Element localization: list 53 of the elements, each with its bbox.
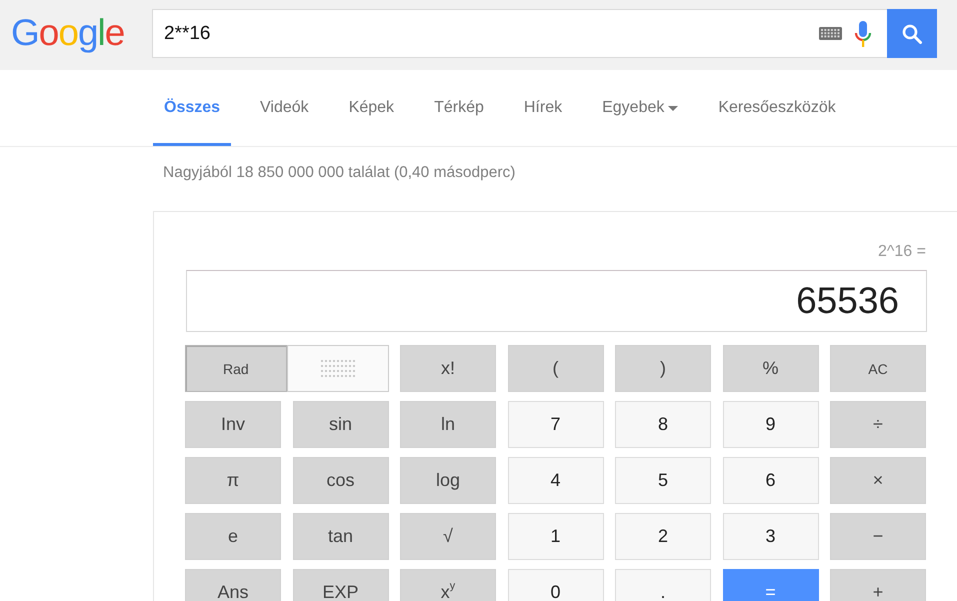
- calculator-key[interactable]: %: [722, 345, 818, 392]
- tab[interactable]: Képek: [338, 70, 406, 146]
- calculator-key[interactable]: cos: [292, 457, 388, 504]
- tab[interactable]: Hírek: [512, 70, 574, 146]
- dotted-pattern-icon: [320, 360, 355, 377]
- calculator-key[interactable]: 0: [508, 569, 604, 601]
- calculator-key[interactable]: 3: [722, 513, 818, 560]
- toggle-segment[interactable]: [286, 345, 388, 392]
- logo[interactable]: Google: [11, 14, 124, 52]
- calculator-key[interactable]: 6: [722, 457, 818, 504]
- calculator-key[interactable]: √: [400, 513, 496, 560]
- calculator-key[interactable]: EXP: [292, 569, 388, 601]
- calculator-key[interactable]: .: [615, 569, 711, 601]
- tab[interactable]: Keresőeszközök: [707, 70, 847, 146]
- calculator-key[interactable]: ×: [830, 457, 926, 504]
- tab[interactable]: Összes: [153, 70, 232, 146]
- calculator-key[interactable]: tan: [292, 513, 388, 560]
- result-display: 65536: [186, 270, 927, 332]
- calculator-key[interactable]: sin: [292, 401, 388, 448]
- calculator-key[interactable]: x$^{y}$: [400, 569, 496, 601]
- search-input[interactable]: 2**16: [164, 18, 807, 48]
- keyboard-icon[interactable]: [819, 27, 842, 40]
- tab[interactable]: Térkép: [423, 70, 495, 146]
- search-icon: [902, 24, 922, 44]
- search-button[interactable]: [887, 9, 937, 58]
- search-field[interactable]: 2**16: [152, 9, 887, 58]
- calculator-key[interactable]: e: [185, 513, 281, 560]
- microphone-icon[interactable]: [854, 20, 872, 46]
- calculator-key[interactable]: Inv: [185, 401, 281, 448]
- calculator-key[interactable]: (: [508, 345, 604, 392]
- tab[interactable]: Egyebek: [591, 70, 690, 146]
- calculator-key[interactable]: 7: [508, 401, 604, 448]
- calculator-key[interactable]: π: [185, 457, 281, 504]
- result-stats: Nagyjából 18 850 000 000 találat (0,40 másodperc): [163, 163, 516, 183]
- expression-text: 2^16 =: [878, 242, 926, 262]
- calculator-key[interactable]: ÷: [830, 401, 926, 448]
- calculator-key[interactable]: ln: [400, 401, 496, 448]
- calculator-key[interactable]: −: [830, 513, 926, 560]
- calculator-key[interactable]: 9: [722, 401, 818, 448]
- tab[interactable]: Videók: [249, 70, 320, 146]
- calculator-key[interactable]: 8: [615, 401, 711, 448]
- calculator-key[interactable]: Ans: [185, 569, 281, 601]
- calculator-key[interactable]: 4: [508, 457, 604, 504]
- caret-icon: [668, 106, 678, 110]
- calculator-key[interactable]: 2: [615, 513, 711, 560]
- calculator-key[interactable]: +: [830, 569, 926, 601]
- calculator-key[interactable]: x!: [400, 345, 496, 392]
- toggle-segment[interactable]: Rad: [185, 345, 287, 392]
- calculator-key[interactable]: 5: [615, 457, 711, 504]
- calculator-key[interactable]: log: [400, 457, 496, 504]
- calculator-key[interactable]: 1: [508, 513, 604, 560]
- calculator-key[interactable]: ): [615, 345, 711, 392]
- calculator-key[interactable]: AC: [830, 345, 926, 392]
